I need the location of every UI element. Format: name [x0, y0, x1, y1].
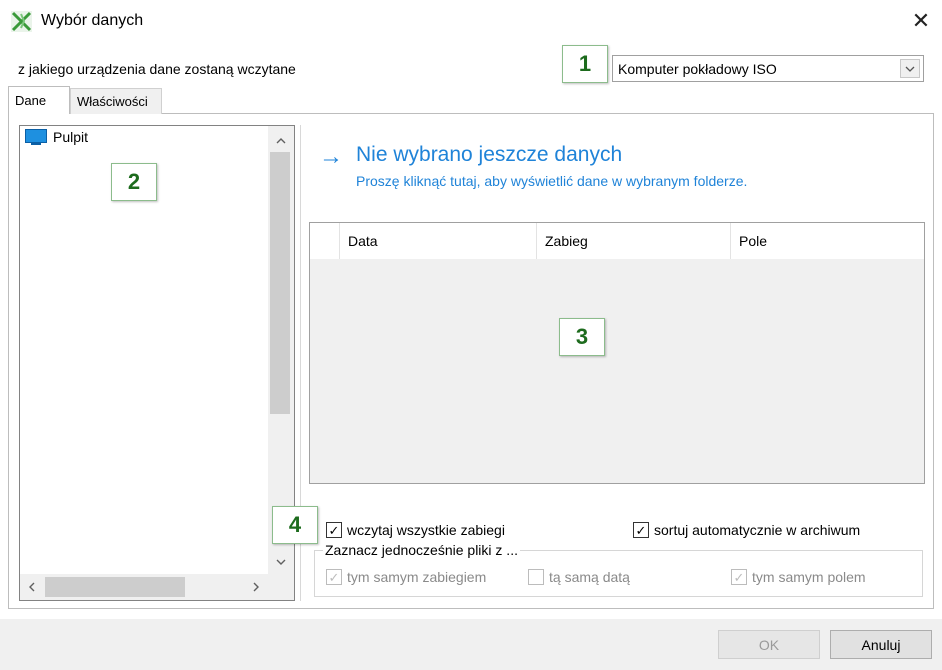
scroll-corner	[268, 574, 294, 600]
scroll-left-icon[interactable]	[24, 579, 40, 595]
same-date-checkbox[interactable]	[528, 569, 544, 585]
cancel-button[interactable]: Anuluj	[830, 630, 932, 659]
tab-dane[interactable]: Dane	[8, 86, 70, 114]
column-header-pole[interactable]: Pole	[731, 223, 924, 259]
tree-vertical-scroll-thumb[interactable]	[270, 152, 290, 414]
data-grid[interactable]	[309, 222, 925, 484]
load-all-checkbox[interactable]: ✓	[326, 522, 342, 538]
no-data-title: Nie wybrano jeszcze danych	[356, 143, 623, 166]
scroll-down-icon[interactable]	[273, 554, 289, 570]
device-select-value: Komputer pokładowy ISO	[618, 61, 777, 77]
folder-tree[interactable]	[19, 125, 295, 601]
device-select[interactable]: Komputer pokładowy ISO	[612, 55, 924, 82]
callout-badge-2: 2	[111, 163, 157, 201]
column-header-zabieg[interactable]: Zabieg	[537, 223, 731, 259]
app-logo-icon	[11, 11, 32, 32]
device-label: z jakiego urządzenia dane zostaną wczyta…	[18, 61, 296, 77]
tree-item-label: Pulpit	[53, 129, 89, 145]
same-treatment-checkbox[interactable]: ✓	[326, 569, 342, 585]
callout-badge-3: 3	[559, 318, 605, 356]
column-header-select[interactable]	[310, 223, 340, 259]
scroll-up-icon[interactable]	[273, 133, 289, 149]
tab-wlasciwosci-label: Właściwości	[77, 94, 148, 109]
callout-badge-1: 1	[562, 45, 608, 83]
same-field-label: tym samym polem	[752, 569, 866, 585]
window-title: Wybór danych	[41, 12, 144, 29]
arrow-right-icon: →	[319, 143, 343, 170]
auto-sort-checkbox[interactable]: ✓	[633, 522, 649, 538]
desktop-icon	[25, 129, 47, 145]
close-button[interactable]: ✕	[906, 6, 936, 36]
load-all-label: wczytaj wszystkie zabiegi	[347, 522, 505, 538]
close-icon: ✕	[911, 8, 931, 33]
ok-button[interactable]: OK	[718, 630, 820, 659]
chevron-down-icon[interactable]	[900, 59, 920, 78]
tab-dane-label: Dane	[15, 93, 47, 108]
tab-wlasciwosci[interactable]: Właściwości	[70, 88, 162, 114]
select-files-group-title: Zaznacz jednocześnie pliki z ...	[323, 542, 520, 558]
same-treatment-label: tym samym zabiegiem	[347, 569, 487, 585]
show-data-link[interactable]: Proszę kliknąć tutaj, aby wyświetlić dan…	[356, 173, 747, 189]
callout-badge-4: 4	[272, 506, 318, 544]
tree-horizontal-scroll-thumb[interactable]	[45, 577, 185, 597]
column-header-data[interactable]: Data	[340, 223, 537, 259]
same-field-checkbox[interactable]: ✓	[731, 569, 747, 585]
same-date-label: tą samą datą	[549, 569, 630, 585]
auto-sort-label: sortuj automatycznie w archiwum	[654, 522, 861, 538]
scroll-right-icon[interactable]	[248, 579, 264, 595]
tree-item-pulpit[interactable]: Pulpit	[25, 129, 88, 145]
